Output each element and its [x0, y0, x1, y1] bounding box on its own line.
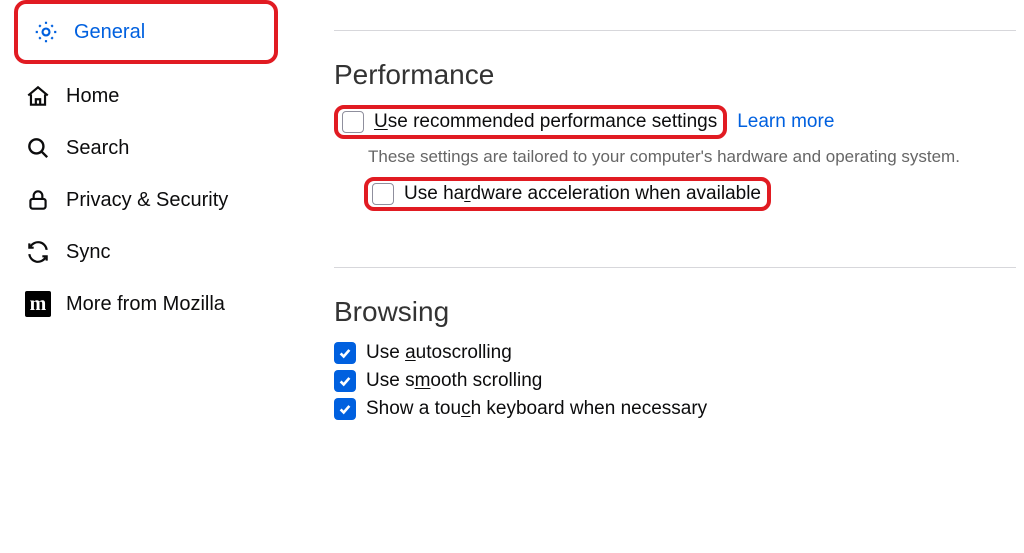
annotation-highlight-general: General	[14, 0, 278, 64]
checkbox-label-recommended[interactable]: Use recommended performance settings	[374, 111, 717, 133]
checkbox-label-hardware[interactable]: Use hardware acceleration when available	[404, 183, 761, 205]
sidebar-item-general[interactable]: General	[22, 6, 270, 58]
lock-icon	[24, 186, 52, 214]
sync-icon	[24, 238, 52, 266]
divider	[334, 267, 1016, 268]
hardware-accel-row: Use hardware acceleration when available	[364, 177, 1016, 211]
mozilla-logo-icon: m	[24, 290, 52, 318]
sidebar-item-more-mozilla[interactable]: m More from Mozilla	[14, 278, 278, 330]
sidebar-item-home[interactable]: Home	[14, 70, 278, 122]
checkbox-recommended-settings[interactable]	[342, 111, 364, 133]
checkbox-label-smooth-scrolling[interactable]: Use smooth scrolling	[366, 370, 542, 392]
browsing-section: Browsing Use autoscrolling Use smooth sc…	[334, 296, 1016, 420]
autoscrolling-row: Use autoscrolling	[334, 342, 1016, 364]
checkbox-label-touch-keyboard[interactable]: Show a touch keyboard when necessary	[366, 398, 707, 420]
annotation-highlight-hardware: Use hardware acceleration when available	[364, 177, 771, 211]
sidebar-item-label: Privacy & Security	[66, 189, 228, 212]
settings-content: Performance Use recommended performance …	[290, 0, 1024, 553]
performance-description: These settings are tailored to your comp…	[368, 147, 1016, 167]
learn-more-link[interactable]: Learn more	[737, 111, 834, 133]
checkbox-hardware-accel[interactable]	[372, 183, 394, 205]
gear-icon	[32, 18, 60, 46]
performance-section: Performance Use recommended performance …	[334, 59, 1016, 211]
sidebar-item-search[interactable]: Search	[14, 122, 278, 174]
checkbox-label-autoscrolling[interactable]: Use autoscrolling	[366, 342, 512, 364]
home-icon	[24, 82, 52, 110]
checkbox-smooth-scrolling[interactable]	[334, 370, 356, 392]
sidebar-item-label: General	[74, 21, 145, 44]
section-title-browsing: Browsing	[334, 296, 1016, 328]
checkbox-touch-keyboard[interactable]	[334, 398, 356, 420]
search-icon	[24, 134, 52, 162]
sidebar-item-privacy[interactable]: Privacy & Security	[14, 174, 278, 226]
sidebar-item-sync[interactable]: Sync	[14, 226, 278, 278]
touch-keyboard-row: Show a touch keyboard when necessary	[334, 398, 1016, 420]
performance-recommended-row: Use recommended performance settings Lea…	[334, 105, 1016, 139]
sidebar-item-label: Sync	[66, 241, 110, 264]
checkbox-autoscrolling[interactable]	[334, 342, 356, 364]
section-title-performance: Performance	[334, 59, 1016, 91]
sidebar-item-label: Home	[66, 85, 119, 108]
smooth-scrolling-row: Use smooth scrolling	[334, 370, 1016, 392]
divider	[334, 30, 1016, 31]
annotation-highlight-recommended: Use recommended performance settings	[334, 105, 727, 139]
settings-sidebar: General Home Search Privacy & Security S…	[0, 0, 290, 553]
sidebar-item-label: More from Mozilla	[66, 293, 225, 316]
sidebar-item-label: Search	[66, 137, 129, 160]
